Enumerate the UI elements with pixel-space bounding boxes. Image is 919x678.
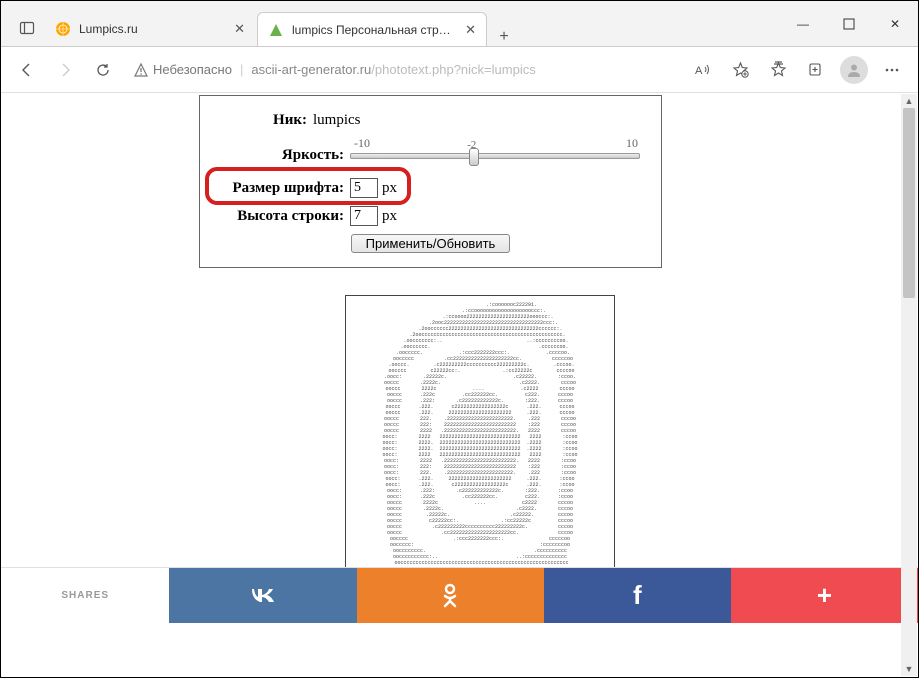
profile-button[interactable]	[836, 52, 872, 88]
new-tab-button[interactable]: +	[489, 28, 519, 46]
forward-button[interactable]	[47, 52, 83, 88]
collections-button[interactable]	[798, 52, 834, 88]
close-icon[interactable]: ✕	[234, 21, 245, 37]
share-ok-button[interactable]	[357, 568, 544, 623]
slider-max: 10	[626, 136, 638, 151]
tab-title: lumpics Персональная странич	[292, 23, 457, 37]
nick-value: lumpics	[313, 112, 361, 129]
titlebar: Lumpics.ru ✕ lumpics Персональная страни…	[1, 1, 918, 47]
brightness-row: Яркость: -10 -2 10	[200, 147, 661, 164]
brightness-slider[interactable]: -2	[350, 153, 640, 159]
slider-thumb[interactable]	[469, 148, 479, 166]
toolbar: Небезопасно | ascii-art-generator.ru/pho…	[1, 47, 918, 93]
tab-ascii-gen[interactable]: lumpics Персональная странич ✕	[257, 12, 487, 46]
lineheight-label: Высота строки:	[200, 208, 350, 225]
favorites-star-button[interactable]	[722, 52, 758, 88]
close-icon[interactable]: ✕	[465, 22, 476, 38]
address-bar[interactable]: Небезопасно | ascii-art-generator.ru/pho…	[123, 53, 682, 87]
share-more-button[interactable]: +	[731, 568, 918, 623]
url-text: ascii-art-generator.ru/phototext.php?nic…	[251, 62, 535, 77]
lineheight-input[interactable]	[350, 206, 378, 226]
scrollbar-thumb[interactable]	[903, 108, 915, 298]
share-fb-button[interactable]: f	[544, 568, 731, 623]
nick-label: Ник:	[200, 112, 313, 129]
tab-title: Lumpics.ru	[79, 22, 226, 36]
brightness-label: Яркость:	[200, 147, 350, 164]
fontsize-label: Размер шрифта:	[200, 180, 350, 197]
favicon-lumpics-icon	[55, 21, 71, 37]
tabstrip: Lumpics.ru ✕ lumpics Персональная страни…	[1, 1, 780, 46]
menu-button[interactable]	[874, 52, 910, 88]
settings-form: Ник: lumpics Яркость: -10 -2 10 Размер ш…	[199, 95, 662, 268]
nick-row: Ник: lumpics	[200, 112, 661, 129]
slider-min: -10	[354, 136, 370, 151]
vertical-scrollbar[interactable]: ▲ ▼	[901, 94, 917, 676]
back-button[interactable]	[9, 52, 45, 88]
fontsize-input[interactable]	[350, 178, 378, 198]
ascii-art: .:cooooooc222291. .:ccoooooooooooooooooo…	[350, 302, 610, 578]
brightness-slider-wrap: -10 -2 10	[350, 153, 640, 159]
favicon-ascii-icon	[268, 22, 284, 38]
insecure-indicator: Небезопасно	[133, 62, 232, 78]
window-controls: — ✕	[780, 1, 918, 46]
svg-text:A: A	[695, 65, 703, 77]
shares-label: SHARES	[1, 568, 169, 623]
px-unit: px	[382, 208, 397, 225]
minimize-button[interactable]: —	[780, 1, 826, 47]
avatar-icon	[840, 56, 868, 84]
tab-actions-icon[interactable]	[9, 10, 45, 46]
share-vk-button[interactable]	[169, 568, 356, 623]
scroll-down-icon[interactable]: ▼	[901, 662, 917, 676]
apply-button[interactable]: Применить/Обновить	[351, 234, 511, 253]
read-aloud-button[interactable]: A	[684, 52, 720, 88]
refresh-button[interactable]	[85, 52, 121, 88]
scroll-up-icon[interactable]: ▲	[901, 94, 917, 108]
share-bar: SHARES f +	[1, 567, 918, 623]
maximize-button[interactable]	[826, 1, 872, 47]
tab-lumpics[interactable]: Lumpics.ru ✕	[45, 12, 255, 46]
lineheight-row: Высота строки: px	[200, 206, 661, 226]
favorites-button[interactable]	[760, 52, 796, 88]
fontsize-row: Размер шрифта: px	[200, 178, 661, 198]
px-unit: px	[382, 180, 397, 197]
page-content: Ник: lumpics Яркость: -10 -2 10 Размер ш…	[1, 93, 918, 623]
close-window-button[interactable]: ✕	[872, 1, 918, 47]
